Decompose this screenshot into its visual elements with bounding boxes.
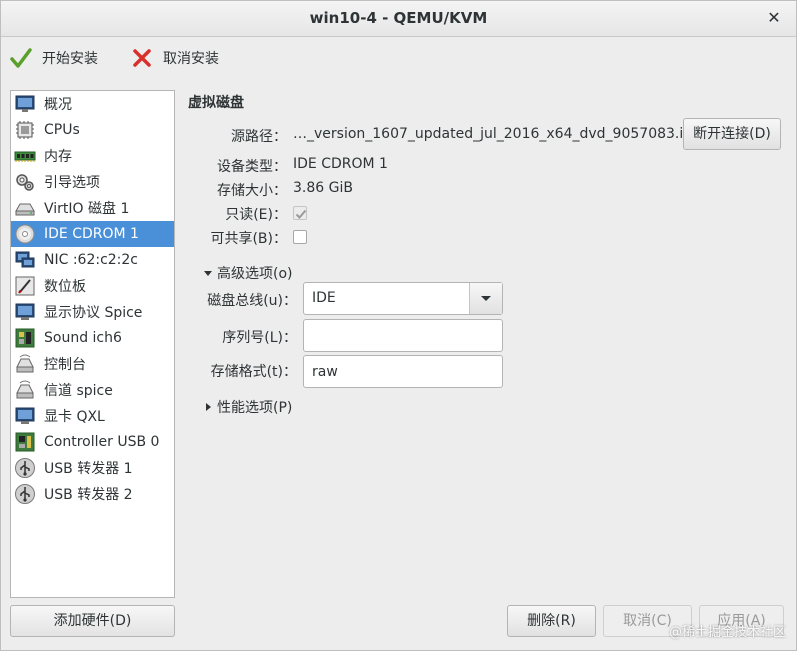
monitor-info-icon (15, 95, 35, 112)
performance-options-label: 性能选项(P) (217, 400, 293, 416)
channel-icon (16, 380, 34, 399)
sidebar-item-usb-redirector-1[interactable]: USB 转发器 1 (11, 455, 174, 481)
disk-bus-dropdown-button[interactable] (469, 283, 502, 314)
disk-bus-value: IDE (312, 290, 336, 306)
sidebar-item-label: CPUs (44, 122, 80, 138)
performance-options-expander[interactable]: 性能选项(P) (203, 397, 292, 417)
advanced-options-label: 高级选项(o) (217, 266, 293, 282)
console-icon (16, 354, 34, 373)
sidebar-item-memory[interactable]: 内存 (11, 143, 174, 169)
sidebar-item-label: VirtIO 磁盘 1 (44, 201, 130, 217)
storage-format-input[interactable] (303, 355, 503, 388)
chevron-down-icon (204, 271, 212, 276)
title-bar[interactable]: win10-4 - QEMU/KVM ✕ (1, 1, 796, 37)
network-icon (15, 251, 35, 268)
sidebar-item-label: NIC :62:c2:2c (44, 252, 139, 268)
sidebar-item-label: 引导选项 (44, 175, 100, 191)
usb-redirector-icon (15, 484, 35, 504)
sidebar-item-label: Controller USB 0 (44, 434, 160, 450)
sidebar-item-label: USB 转发器 2 (44, 487, 133, 503)
advanced-options-expander[interactable]: 高级选项(o) (203, 263, 293, 283)
add-hardware-button[interactable]: 添加硬件(D) (10, 605, 175, 637)
sidebar-item-nic[interactable]: NIC :62:c2:2c (11, 247, 174, 273)
device-type-label: 设备类型： (217, 159, 287, 175)
disconnect-button[interactable]: 断开连接(D) (683, 118, 781, 150)
sidebar-item-cpus[interactable]: CPUs (11, 117, 174, 143)
sidebar-item-label: IDE CDROM 1 (44, 226, 139, 242)
controller-icon (15, 432, 35, 452)
sidebar-item-label: 控制台 (44, 357, 86, 373)
sidebar-item-tablet[interactable]: 数位板 (11, 273, 174, 299)
sidebar-item-boot-options[interactable]: 引导选项 (11, 169, 174, 195)
close-icon: ✕ (767, 8, 781, 27)
disk-bus-select[interactable]: IDE (303, 282, 503, 315)
cancel-x-icon (133, 49, 151, 67)
section-title: 虚拟磁盘 (188, 95, 244, 111)
source-path-value: …_version_1607_updated_jul_2016_x64_dvd_… (293, 126, 700, 142)
sidebar-item-display-spice[interactable]: 显示协议 Spice (11, 299, 174, 325)
shareable-checkbox[interactable] (293, 230, 307, 244)
display-icon (15, 303, 35, 320)
video-icon (15, 407, 35, 424)
storage-format-label: 存储格式(t)： (210, 364, 297, 380)
cdrom-icon (15, 224, 35, 244)
serial-label: 序列号(L)： (222, 330, 297, 346)
toolbar: 开始安装 取消安装 (1, 37, 796, 79)
sidebar-item-label: Sound ich6 (44, 330, 122, 346)
checkmark-icon (10, 48, 32, 68)
storage-size-label: 存储大小： (217, 183, 287, 199)
sidebar-item-label: 内存 (44, 149, 72, 165)
sidebar-item-video-qxl[interactable]: 显卡 QXL (11, 403, 174, 429)
sidebar-item-label: 显卡 QXL (44, 409, 105, 425)
sidebar-item-label: 概况 (44, 97, 72, 113)
memory-icon (14, 151, 36, 162)
shareable-label: 可共享(B)： (210, 231, 287, 247)
sidebar-item-label: USB 转发器 1 (44, 461, 133, 477)
disk-icon (15, 203, 35, 216)
chevron-right-icon (206, 403, 211, 411)
close-button[interactable]: ✕ (764, 8, 784, 28)
sound-icon (15, 328, 35, 348)
window-title: win10-4 - QEMU/KVM (309, 9, 488, 27)
sidebar-item-virtio-disk[interactable]: VirtIO 磁盘 1 (11, 195, 174, 221)
sidebar-item-ide-cdrom[interactable]: IDE CDROM 1 (11, 221, 174, 247)
sidebar-item-controller-usb[interactable]: Controller USB 0 (11, 429, 174, 455)
readonly-checkbox[interactable] (293, 206, 307, 220)
serial-input[interactable] (303, 319, 503, 352)
storage-size-value: 3.86 GiB (293, 180, 353, 196)
sidebar-item-console[interactable]: 控制台 (11, 351, 174, 377)
sidebar-item-channel-spice[interactable]: 信道 spice (11, 377, 174, 403)
begin-install-button[interactable]: 开始安装 (10, 45, 98, 71)
source-path-label: 源路径： (231, 129, 287, 145)
sidebar-item-usb-redirector-2[interactable]: USB 转发器 2 (11, 481, 174, 507)
boot-options-icon (16, 174, 34, 191)
vm-details-window: win10-4 - QEMU/KVM ✕ 开始安装 取消安装 概况 CPUs 内… (0, 0, 797, 651)
sidebar-item-sound[interactable]: Sound ich6 (11, 325, 174, 351)
begin-install-label: 开始安装 (42, 51, 98, 67)
usb-redirector-icon (15, 458, 35, 478)
sidebar-item-overview[interactable]: 概况 (11, 91, 174, 117)
checkmark-icon (295, 209, 307, 219)
cancel-install-label: 取消安装 (163, 51, 219, 67)
chevron-down-icon (481, 296, 491, 301)
sidebar-item-label: 显示协议 Spice (44, 305, 143, 321)
remove-button[interactable]: 删除(R) (507, 605, 596, 637)
cancel-install-button[interactable]: 取消安装 (131, 45, 219, 71)
hardware-list[interactable]: 概况 CPUs 内存 引导选项 VirtIO 磁盘 1 IDE CDROM 1 … (10, 90, 175, 598)
readonly-label: 只读(E)： (225, 207, 287, 223)
device-type-value: IDE CDROM 1 (293, 156, 388, 172)
disk-bus-label: 磁盘总线(u)： (207, 293, 297, 309)
sidebar-item-label: 信道 spice (44, 383, 113, 399)
tablet-icon (15, 276, 35, 296)
cancel-button[interactable]: 取消(C) (603, 605, 692, 637)
cpu-icon (16, 121, 34, 139)
sidebar-item-label: 数位板 (44, 279, 86, 295)
apply-button[interactable]: 应用(A) (699, 605, 784, 637)
